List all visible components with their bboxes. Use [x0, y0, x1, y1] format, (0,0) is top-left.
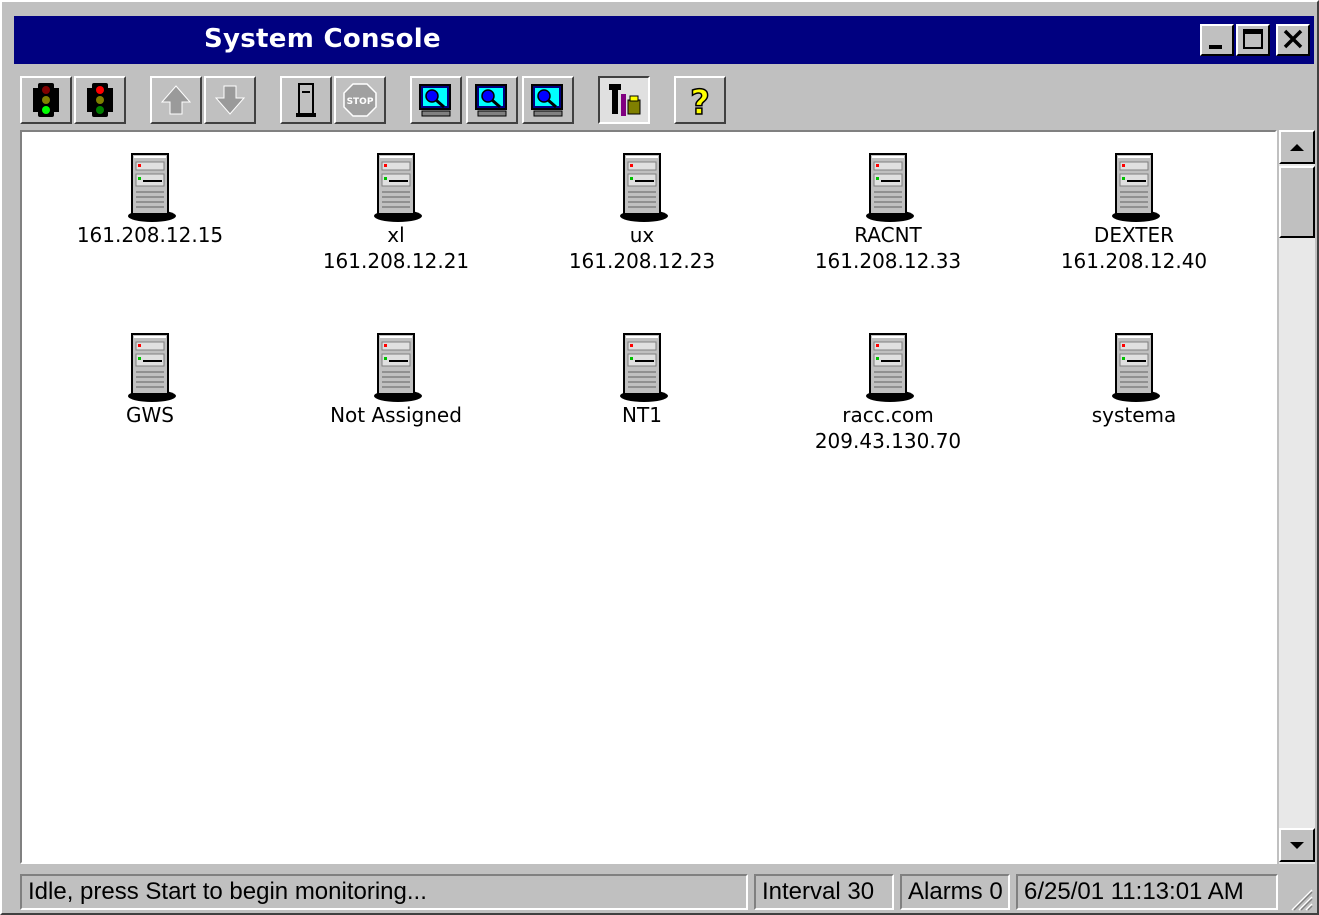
- toolbar: STOP ?: [14, 68, 1314, 128]
- node-address: 161.208.12.21: [322, 249, 470, 273]
- alarms-panel: Alarms 0: [900, 874, 1010, 910]
- traffic-light-green-icon: [33, 83, 59, 117]
- node-item[interactable]: NT1: [522, 330, 762, 428]
- arrow-up-icon: [160, 85, 192, 115]
- node-name: Not Assigned: [330, 403, 462, 427]
- stop-monitoring-button[interactable]: [74, 76, 126, 124]
- scrollbar-thumb[interactable]: [1279, 166, 1315, 238]
- node-item[interactable]: 161.208.12.15: [30, 150, 270, 248]
- status-message: Idle, press Start to begin monitoring...: [20, 874, 748, 910]
- question-mark-icon: ?: [689, 82, 710, 120]
- tools-icon: [609, 84, 641, 116]
- maximize-icon: [1243, 29, 1263, 49]
- minimize-button[interactable]: [1200, 24, 1234, 56]
- node-item[interactable]: ux 161.208.12.23: [522, 150, 762, 274]
- vertical-scrollbar[interactable]: [1279, 130, 1315, 864]
- node-name: ux: [629, 223, 655, 247]
- monitor-3-button[interactable]: [522, 76, 574, 124]
- server-icon: [768, 330, 1008, 402]
- monitor-2-button[interactable]: [466, 76, 518, 124]
- close-button[interactable]: [1276, 24, 1310, 56]
- node-address: 161.208.12.23: [568, 249, 716, 273]
- server-icon: [1014, 330, 1254, 402]
- tools-button[interactable]: [598, 76, 650, 124]
- status-bar: Idle, press Start to begin monitoring...…: [14, 870, 1314, 912]
- traffic-light-red-icon: [87, 83, 113, 117]
- scroll-down-button[interactable]: [1279, 828, 1315, 862]
- move-down-button[interactable]: [204, 76, 256, 124]
- close-icon: [1283, 29, 1303, 49]
- server-icon: [768, 150, 1008, 222]
- title-bar[interactable]: System Console: [14, 16, 1314, 64]
- node-item[interactable]: RACNT 161.208.12.33: [768, 150, 1008, 274]
- move-up-button[interactable]: [150, 76, 202, 124]
- node-item[interactable]: racc.com 209.43.130.70: [768, 330, 1008, 454]
- svg-text:?: ?: [690, 83, 710, 120]
- node-name: DEXTER: [1093, 223, 1175, 247]
- monitor-1-button[interactable]: [410, 76, 462, 124]
- node-name: NT1: [622, 403, 662, 427]
- server-icon: [522, 150, 762, 222]
- server-icon: [276, 150, 516, 222]
- interval-panel: Interval 30: [754, 874, 894, 910]
- server-icon: [522, 330, 762, 402]
- node-item[interactable]: GWS: [30, 330, 270, 428]
- server-icon: [1014, 150, 1254, 222]
- datetime-panel: 6/25/01 11:13:01 AM: [1016, 874, 1278, 910]
- triangle-down-icon: [1290, 842, 1304, 849]
- node-item[interactable]: xl 161.208.12.21: [276, 150, 516, 274]
- server-icon: [276, 330, 516, 402]
- svg-text:STOP: STOP: [347, 97, 374, 107]
- stop-sign-icon: STOP: [343, 83, 377, 117]
- node-address: 209.43.130.70: [814, 429, 962, 453]
- server-icon: [30, 150, 270, 222]
- system-console-window: System Console STOP ? 161.208.12.15 xl 1…: [0, 0, 1319, 915]
- minimize-icon: [1209, 45, 1222, 49]
- node-address: 161.208.12.40: [1060, 249, 1208, 273]
- resize-grip-icon[interactable]: [1284, 882, 1314, 912]
- monitor-magnifier-icon: [419, 84, 451, 117]
- maximize-button[interactable]: [1236, 24, 1270, 56]
- node-name: GWS: [126, 403, 174, 427]
- server-icon: [30, 330, 270, 402]
- node-item[interactable]: DEXTER 161.208.12.40: [1014, 150, 1254, 274]
- node-name: systema: [1091, 403, 1177, 427]
- arrow-down-icon: [214, 85, 246, 115]
- start-monitoring-button[interactable]: [20, 76, 72, 124]
- server-icon: [296, 83, 316, 117]
- window-title: System Console: [204, 24, 441, 54]
- triangle-up-icon: [1290, 144, 1304, 151]
- help-button[interactable]: ?: [674, 76, 726, 124]
- node-address: 161.208.12.33: [814, 249, 962, 273]
- scroll-up-button[interactable]: [1279, 130, 1315, 164]
- node-list-view[interactable]: 161.208.12.15 xl 161.208.12.21 ux 161.20…: [20, 130, 1277, 864]
- stop-button[interactable]: STOP: [334, 76, 386, 124]
- monitor-magnifier-icon: [475, 84, 507, 117]
- node-name: xl: [387, 223, 405, 247]
- node-name: 161.208.12.15: [76, 223, 224, 247]
- node-name: RACNT: [854, 223, 922, 247]
- server-button[interactable]: [280, 76, 332, 124]
- node-item[interactable]: Not Assigned: [276, 330, 516, 428]
- node-item[interactable]: systema: [1014, 330, 1254, 428]
- monitor-magnifier-icon: [531, 84, 563, 117]
- node-name: racc.com: [842, 403, 934, 427]
